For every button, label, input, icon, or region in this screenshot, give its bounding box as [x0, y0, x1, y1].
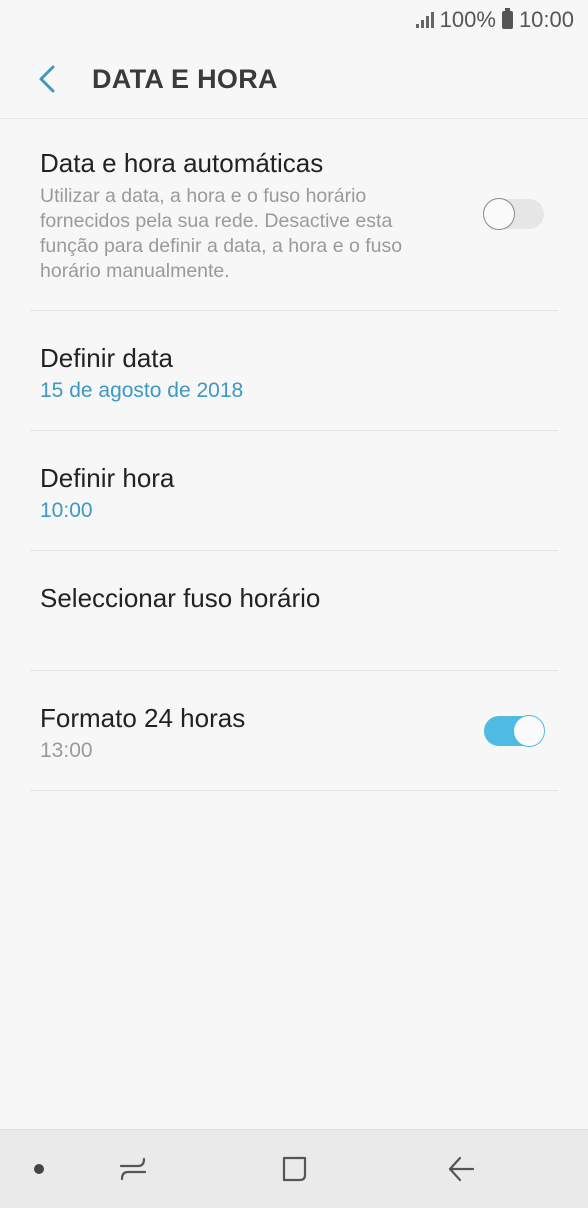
back-nav-button[interactable] [436, 1130, 486, 1208]
auto-date-time-toggle[interactable] [483, 198, 544, 230]
battery-percent: 100% [439, 7, 496, 32]
navigation-bar [0, 1129, 588, 1208]
battery-icon [501, 8, 513, 29]
setting-select-timezone[interactable]: Seleccionar fuso horário [30, 551, 558, 671]
status-bar: 100% 10:00 [0, 0, 588, 40]
setting-title: Data e hora automáticas [40, 148, 324, 178]
dot-button[interactable] [24, 1130, 54, 1208]
recent-apps-button[interactable] [108, 1130, 158, 1208]
setting-set-time[interactable]: Definir hora 10:00 [30, 431, 558, 551]
setting-set-date[interactable]: Definir data 15 de agosto de 2018 [30, 311, 558, 431]
24-hour-format-toggle[interactable] [484, 715, 545, 747]
setting-value: 10:00 [40, 499, 93, 522]
settings-list: Data e hora automáticas Utilizar a data,… [0, 118, 588, 791]
setting-auto-date-time[interactable]: Data e hora automáticas Utilizar a data,… [30, 118, 558, 311]
toggle-knob [513, 715, 545, 747]
signal-icon [415, 12, 434, 28]
home-button[interactable] [270, 1130, 320, 1208]
setting-value: 13:00 [40, 739, 93, 762]
dot-icon [34, 1164, 44, 1174]
setting-title: Formato 24 horas [40, 703, 246, 733]
status-time: 10:00 [518, 7, 574, 32]
back-button[interactable] [30, 60, 64, 98]
setting-24-hour-format[interactable]: Formato 24 horas 13:00 [30, 671, 558, 791]
status-indicators: 100% 10:00 [415, 7, 574, 33]
back-icon [448, 1156, 475, 1182]
setting-value: 15 de agosto de 2018 [40, 379, 244, 402]
app-bar: DATA E HORA [0, 40, 588, 119]
setting-description: Utilizar a data, a hora e o fuso horário… [40, 185, 403, 282]
toggle-knob [483, 198, 515, 230]
back-arrow-icon [39, 65, 55, 93]
page-title: DATA E HORA [92, 64, 278, 94]
setting-title: Definir data [40, 343, 173, 373]
home-icon [282, 1156, 307, 1182]
setting-title: Seleccionar fuso horário [40, 583, 321, 613]
recent-apps-icon [119, 1157, 147, 1181]
setting-title: Definir hora [40, 463, 175, 493]
